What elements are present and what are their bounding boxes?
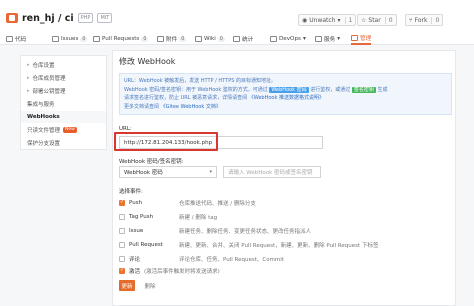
language-tag[interactable]: PHP [77,13,94,23]
event-tag-push[interactable]: Tag Push 新建 / 删除 tag [119,212,439,222]
tab-attachments[interactable]: 附件 0 [157,33,187,45]
tab-issues[interactable]: Issues 0 [52,33,88,45]
repo-nav: 代码 Issues 0 Pull Requests 0 附件 0 Wiki 0 … [0,32,474,45]
password-input[interactable]: 请输入 WebHook 密码或签名密钥 [223,166,321,178]
webhook-docs-link[interactable]: 《Gitee WebHook 文档》 [161,104,221,110]
info-line: URL：WebHook 被触发后，发送 HTTP / HTTPS 的目标通知地址… [124,78,276,84]
method-row: WebHook 密码 ▾ 请输入 WebHook 密码或签名密钥 [119,166,321,178]
tab-wiki[interactable]: Wiki 0 [195,33,225,45]
repo-title: ren_hj / ci PHP MIT [6,11,113,25]
activate-desc: (激活后事件触发时将发送请求) [144,269,220,275]
service-icon [315,36,322,42]
unwatch-button[interactable]: ◉ Unwatch ▾ 1 [298,14,357,26]
update-button[interactable]: 更新 [119,280,135,291]
checkbox[interactable] [119,242,125,248]
event-issue[interactable]: Issue 新建任务、删除任务、变更任务状态、更改任务指派人 [119,226,439,236]
star-icon: ☆ [361,16,367,24]
repo-name[interactable]: ren_hj / ci [22,13,74,24]
fork-count: 0 [431,16,439,24]
code-icon [6,36,13,42]
tab-pull-requests[interactable]: Pull Requests 0 [93,33,149,45]
sidebar-item-webhooks[interactable]: WebHooks [21,111,106,123]
checkbox[interactable] [119,256,125,262]
events-label: 选择事件: [119,189,143,195]
stats-icon [233,36,240,42]
fork-button[interactable]: ⑂ Fork 0 [405,14,444,26]
info-line: WebHook 密码/签名密钥：用于 WebHook 鉴权的方式，可通过 Web… [124,86,388,93]
sidebar-item-members[interactable]: 仓库成员管理 [21,72,106,84]
fork-icon: ⑂ [409,16,413,24]
settings-sidebar: 仓库设置 仓库成员管理 部署公钥管理 集成与服务 WebHooks 只读文件管理… [20,55,107,150]
chevron-down-icon: ▾ [209,169,212,175]
activate-row[interactable]: 激活 (激活后事件触发时将发送请求) [119,266,439,276]
method-select[interactable]: WebHook 密码 ▾ [119,166,217,178]
tab-code[interactable]: 代码 [6,33,26,45]
tab-stats[interactable]: 统计 [233,33,253,45]
settings-icon [351,35,358,41]
watch-count: 1 [344,16,352,24]
payload-format-link[interactable]: 《WebHook 推送数据格式说明》 [249,95,324,101]
sidebar-item-deploy-keys[interactable]: 部署公钥管理 [21,85,106,97]
method-label: WebHook 密码/签名密钥: [119,159,184,165]
dropdown-icon: ▾ [337,16,341,24]
star-button[interactable]: ☆ Star 0 [357,14,397,26]
page-title: 修改 WebHook [119,57,176,66]
delete-button[interactable]: 删除 [141,280,159,291]
info-line: 请求签名进行鉴权，防止 URL 被恶意请求，详情请查阅 《WebHook 推送数… [124,95,324,101]
chevron-down-icon: ▾ [302,36,306,42]
eye-icon: ◉ [302,16,308,24]
info-line: 更多文档请查阅 《Gitee WebHook 文档》 [124,103,221,110]
sidebar-item-protected-branches[interactable]: 保护分支设置 [21,137,106,149]
tab-settings[interactable]: 管理 [351,33,372,45]
star-count: 0 [384,16,393,24]
event-push[interactable]: Push 仓库推送代码、推送 / 删除分支 [119,198,439,208]
pr-icon [93,36,100,42]
tab-services[interactable]: 服务 ▾ [315,33,340,45]
sidebar-item-integrations[interactable]: 集成与服务 [21,98,106,110]
event-comment[interactable]: 评论 评论仓库、任务、Pull Request、Commit [119,254,439,264]
sidebar-item-readonly-files[interactable]: 只读文件管理 New [21,124,106,136]
sidebar-item-repo-settings[interactable]: 仓库设置 [21,59,106,71]
checkbox[interactable] [119,228,125,234]
checkbox-checked[interactable] [119,199,125,206]
info-box: URL：WebHook 被触发后，发送 HTTP / HTTPS 的目标通知地址… [119,73,452,115]
sidebar-item-label: 只读文件管理 [27,128,61,134]
license-tag[interactable]: MIT [97,13,113,23]
activate-checkbox[interactable] [119,267,125,274]
url-highlight-box [114,132,218,151]
devops-icon [270,36,277,42]
repo-icon [6,13,18,23]
new-badge: New [63,127,77,133]
event-pull-request[interactable]: Pull Request 新建、更新、合并、关闭 Pull Request，新建… [119,240,439,250]
tab-devops[interactable]: DevOps ▾ [270,33,306,45]
repo-header: ren_hj / ci PHP MIT ◉ Unwatch ▾ 1 ☆ Star… [0,0,474,45]
chevron-down-icon: ▾ [337,36,341,42]
wiki-icon [195,36,202,42]
attachment-icon [157,36,164,42]
checkbox[interactable] [119,214,125,220]
activate-label: 激活 [129,269,141,275]
issue-icon [52,36,59,42]
